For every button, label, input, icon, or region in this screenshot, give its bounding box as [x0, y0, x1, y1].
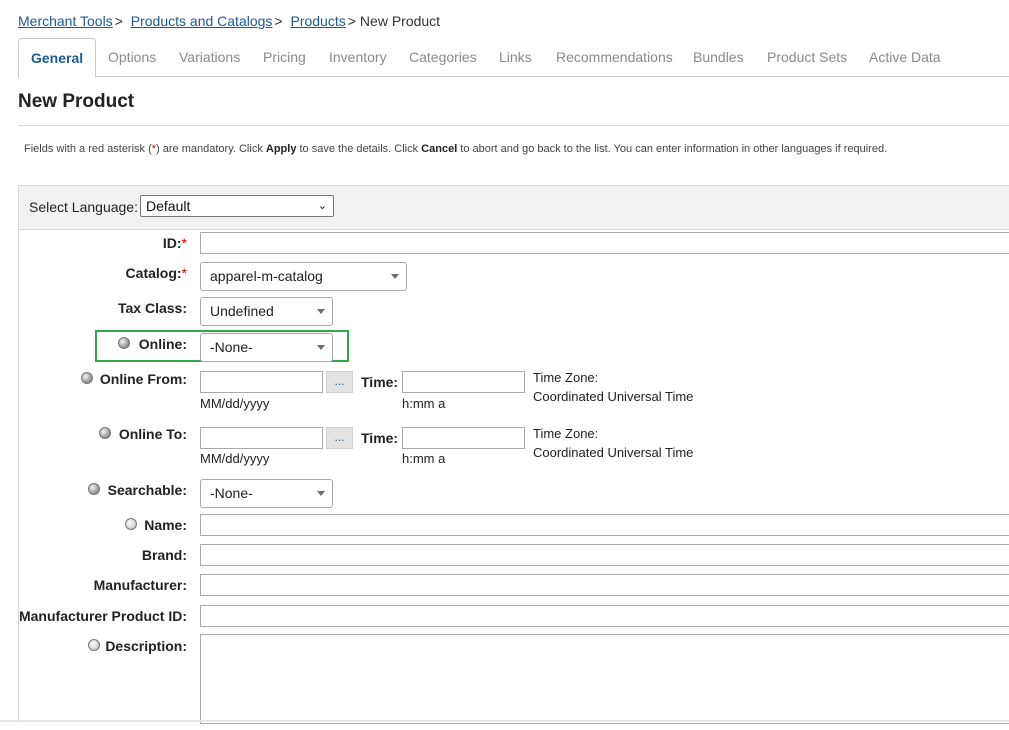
- tab-general[interactable]: General: [18, 38, 97, 78]
- searchable-label: Searchable:: [107, 482, 187, 498]
- online-from-time-label: Time:: [361, 374, 399, 390]
- breadcrumb-current: New Product: [359, 13, 441, 29]
- name-input[interactable]: [200, 514, 1009, 536]
- globe-icon: [88, 639, 100, 651]
- catalog-select-value: apparel-m-catalog: [210, 268, 323, 284]
- id-label-text: ID:: [162, 235, 182, 251]
- tab-options[interactable]: Options: [108, 38, 156, 76]
- mandatory-fields-note: Fields with a red asterisk (*) are manda…: [24, 143, 887, 155]
- online-from-time-format: h:mm a: [402, 396, 446, 411]
- manufacturer-label: Manufacturer:: [93, 577, 187, 593]
- required-asterisk: *: [181, 265, 187, 281]
- online-to-time-input[interactable]: [402, 427, 525, 449]
- breadcrumb-merchant-tools[interactable]: Merchant Tools: [18, 13, 113, 29]
- online-from-label: Online From:: [99, 371, 187, 387]
- globe-icon: [88, 483, 100, 495]
- online-select[interactable]: -None-: [200, 333, 333, 362]
- online-to-label: Online To:: [118, 426, 187, 442]
- brand-input[interactable]: [200, 544, 1009, 566]
- form-left-border: [18, 228, 19, 723]
- searchable-select[interactable]: -None-: [200, 479, 333, 508]
- online-select-value: -None-: [210, 339, 253, 355]
- catalog-label-text: Catalog:: [125, 265, 182, 281]
- searchable-select-value: -None-: [210, 485, 253, 501]
- chevron-down-icon: ⌄: [317, 200, 327, 212]
- online-label: Online:: [138, 336, 187, 352]
- online-to-date-input[interactable]: [200, 427, 323, 449]
- description-textarea[interactable]: [200, 634, 1009, 724]
- online-to-timezone: Time Zone: Coordinated Universal Time: [533, 424, 693, 462]
- tax-class-select-value: Undefined: [210, 303, 274, 319]
- online-to-date-picker-button[interactable]: ...: [326, 427, 353, 449]
- timezone-label: Time Zone:: [533, 370, 599, 385]
- intro-text-2: ) are mandatory. Click: [156, 143, 266, 155]
- timezone-value: Coordinated Universal Time: [533, 445, 694, 460]
- tab-inventory[interactable]: Inventory: [329, 38, 387, 76]
- apply-keyword: Apply: [265, 143, 297, 155]
- online-from-date-input[interactable]: [200, 371, 323, 393]
- online-from-date-format: MM/dd/yyyy: [200, 396, 270, 411]
- language-select[interactable]: Default ⌄: [140, 195, 334, 217]
- bottom-divider: [0, 720, 1009, 722]
- tab-bar: General Options Variations Pricing Inven…: [18, 38, 1009, 78]
- caret-down-icon: [317, 345, 325, 350]
- breadcrumb-separator: >: [114, 13, 123, 29]
- online-to-date-format: MM/dd/yyyy: [200, 451, 270, 466]
- caret-down-icon: [391, 274, 399, 279]
- tab-bundles[interactable]: Bundles: [693, 38, 744, 76]
- intro-text-1: Fields with a red asterisk (: [24, 143, 152, 155]
- manufacturer-product-id-label: Manufacturer Product ID:: [18, 608, 187, 624]
- required-asterisk: *: [181, 235, 187, 251]
- manufacturer-input[interactable]: [200, 574, 1009, 596]
- online-from-date-picker-button[interactable]: ...: [326, 371, 353, 393]
- globe-icon: [99, 427, 111, 439]
- id-input[interactable]: [200, 232, 1009, 254]
- globe-icon: [125, 518, 137, 530]
- description-label: Description:: [105, 638, 187, 654]
- id-label: ID:*: [163, 235, 187, 251]
- catalog-select[interactable]: apparel-m-catalog: [200, 262, 407, 291]
- manufacturer-product-id-input[interactable]: [200, 605, 1009, 627]
- tab-links[interactable]: Links: [499, 38, 532, 76]
- title-divider: [18, 125, 1009, 126]
- caret-down-icon: [317, 491, 325, 496]
- online-from-timezone: Time Zone: Coordinated Universal Time: [533, 368, 693, 406]
- cancel-keyword: Cancel: [421, 143, 458, 155]
- tab-product-sets[interactable]: Product Sets: [767, 38, 847, 76]
- intro-text-4: to abort and go back to the list. You ca…: [457, 143, 888, 155]
- breadcrumb: Merchant Tools > Products and Catalogs > P…: [18, 13, 440, 29]
- tax-class-select[interactable]: Undefined: [200, 297, 333, 326]
- tab-recommendations[interactable]: Recommendations: [556, 38, 673, 76]
- breadcrumb-products[interactable]: Products: [290, 13, 345, 29]
- globe-icon: [81, 372, 93, 384]
- catalog-label: Catalog:*: [126, 265, 187, 281]
- language-bar: Select Language: Default ⌄: [18, 185, 1009, 230]
- breadcrumb-separator: >: [347, 13, 356, 29]
- page-title: New Product: [18, 91, 135, 112]
- tab-variations[interactable]: Variations: [179, 38, 240, 76]
- select-language-label: Select Language:: [29, 199, 138, 215]
- online-to-time-label: Time:: [361, 430, 399, 446]
- brand-label: Brand:: [141, 547, 187, 563]
- breadcrumb-separator: >: [274, 13, 283, 29]
- tab-active-data[interactable]: Active Data: [869, 38, 941, 76]
- caret-down-icon: [317, 309, 325, 314]
- online-to-time-format: h:mm a: [402, 451, 446, 466]
- tab-pricing[interactable]: Pricing: [263, 38, 306, 76]
- globe-icon: [118, 337, 130, 349]
- tax-class-label: Tax Class:: [118, 300, 187, 316]
- timezone-label: Time Zone:: [533, 426, 599, 441]
- tab-categories[interactable]: Categories: [409, 38, 477, 76]
- language-select-value: Default: [146, 198, 191, 214]
- online-from-time-input[interactable]: [402, 371, 525, 393]
- timezone-value: Coordinated Universal Time: [533, 389, 694, 404]
- name-label: Name:: [144, 517, 187, 533]
- intro-text-3: to save the details. Click: [296, 143, 422, 155]
- breadcrumb-products-and-catalogs[interactable]: Products and Catalogs: [131, 13, 273, 29]
